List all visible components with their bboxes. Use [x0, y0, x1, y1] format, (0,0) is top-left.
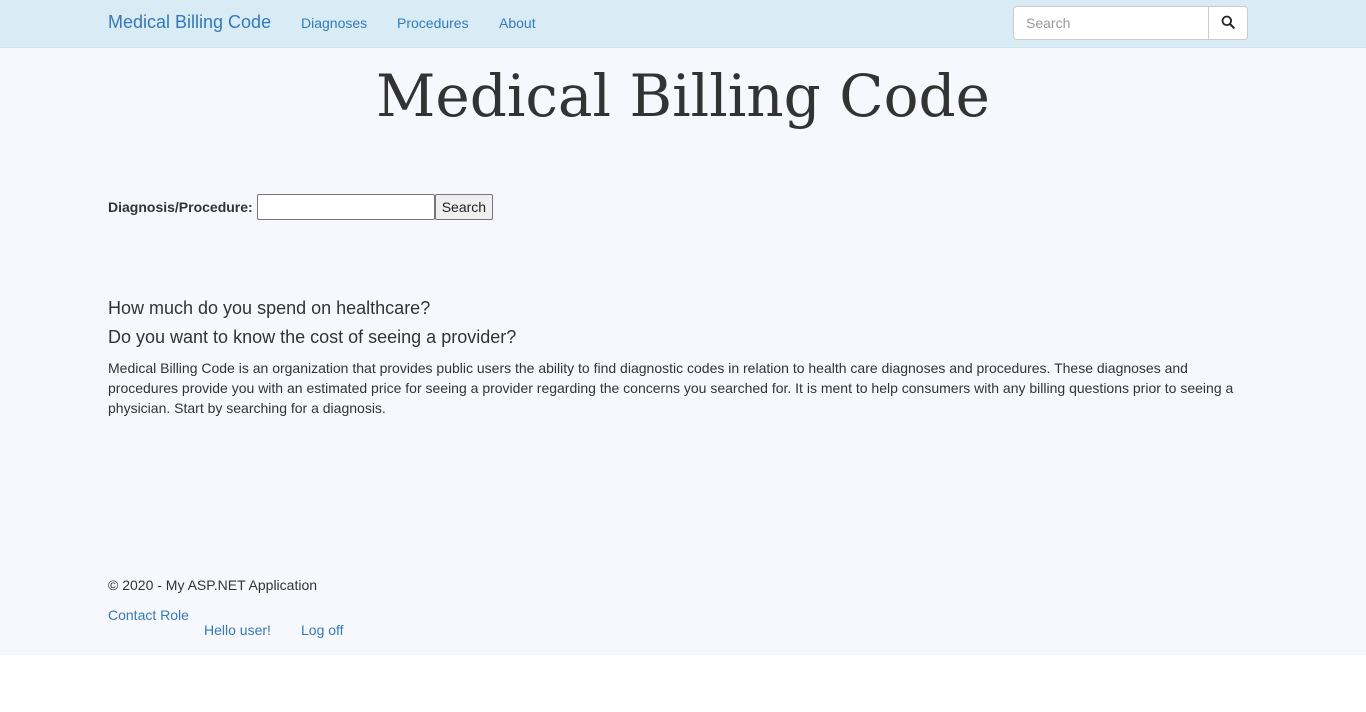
- description-paragraph: Medical Billing Code is an organization …: [108, 360, 1234, 416]
- hello-user-link[interactable]: Hello user!: [204, 622, 271, 638]
- contact-role-link[interactable]: Contact Role: [108, 607, 189, 623]
- question-cost-heading: Do you want to know the cost of seeing a…: [108, 327, 517, 347]
- navbar-search-button[interactable]: [1209, 6, 1248, 40]
- footer-copyright: © 2020 - My ASP.NET Application: [108, 577, 318, 593]
- log-off-link[interactable]: Log off: [301, 622, 344, 638]
- navbar-search-input[interactable]: [1013, 6, 1209, 40]
- navbar-search-group: [1013, 6, 1248, 40]
- navbar-brand-link[interactable]: Medical Billing Code: [108, 12, 271, 33]
- diagnosis-procedure-label: Diagnosis/Procedure:: [108, 199, 253, 215]
- nav-link-procedures[interactable]: Procedures: [397, 15, 469, 31]
- diagnosis-search-form: Diagnosis/Procedure: Search: [108, 194, 494, 220]
- page: Medical Billing Code Diagnoses Procedure…: [0, 0, 1366, 655]
- top-navbar: Medical Billing Code Diagnoses Procedure…: [0, 0, 1366, 48]
- search-icon: [1221, 15, 1235, 32]
- page-title: Medical Billing Code: [376, 62, 990, 130]
- diagnosis-search-button[interactable]: Search: [434, 194, 494, 220]
- nav-link-diagnoses[interactable]: Diagnoses: [301, 15, 367, 31]
- question-spend-heading: How much do you spend on healthcare?: [108, 298, 431, 318]
- diagnosis-procedure-input[interactable]: [256, 194, 435, 220]
- nav-link-about[interactable]: About: [499, 15, 536, 31]
